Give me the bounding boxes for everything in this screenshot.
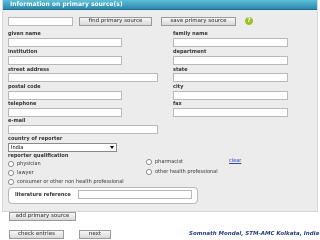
qualification-radio-other-health[interactable] [146,169,152,175]
literature-reference-label: literature reference [15,192,71,198]
qualification-option-label: other health professional [155,169,218,175]
state-field[interactable] [173,73,288,82]
postal-code-label: postal code [8,84,41,90]
qualification-radio-consumer[interactable] [8,179,14,185]
qualification-option-label: physician [17,161,41,167]
country-label: country of reporter [8,136,63,142]
clear-link[interactable]: clear [229,158,241,164]
qualification-option-label: lawyer [17,170,34,176]
fax-label: fax [173,101,182,107]
institution-field[interactable] [8,56,122,65]
next-button[interactable]: next [79,230,111,239]
email-label: e-mail [8,118,26,124]
telephone-field[interactable] [8,108,122,117]
find-primary-source-button[interactable]: find primary source [79,17,152,26]
department-field[interactable] [173,56,288,65]
city-field[interactable] [173,91,288,100]
qualification-radio-physician[interactable] [8,161,14,167]
qualification-radio-pharmacist[interactable] [146,159,152,165]
given-name-field[interactable] [8,38,122,47]
check-entries-button[interactable]: check entries [9,230,64,239]
help-icon[interactable]: ? [245,17,253,25]
qualification-option-label: consumer or other non health professiona… [17,179,124,185]
telephone-label: telephone [8,101,37,107]
institution-label: institution [8,49,38,55]
qualification-radio-lawyer[interactable] [8,170,14,176]
qualification-label: reporter qualification [8,153,69,159]
family-name-field[interactable] [173,38,288,47]
form-title: Information on primary source(s) [10,1,123,8]
save-primary-source-button[interactable]: save primary source [161,17,236,26]
form-title-bar: Information on primary source(s) [3,0,317,10]
literature-reference-field[interactable] [78,190,192,199]
family-name-label: family name [173,31,208,37]
fax-field[interactable] [173,108,288,117]
country-select[interactable]: India [8,143,117,152]
chevron-down-icon [110,146,114,149]
author-credit: Somnath Mondal, STM-AMC Kolkata, India [189,231,320,237]
street-address-field[interactable] [8,73,158,82]
email-field[interactable] [8,125,158,134]
city-label: city [173,84,184,90]
department-label: department [173,49,207,55]
primary-source-search-input[interactable] [8,17,73,26]
add-primary-source-button[interactable]: add primary source [9,212,76,221]
qualification-option-label: pharmacist [155,159,184,165]
postal-code-field[interactable] [8,91,122,100]
given-name-label: given name [8,31,41,37]
